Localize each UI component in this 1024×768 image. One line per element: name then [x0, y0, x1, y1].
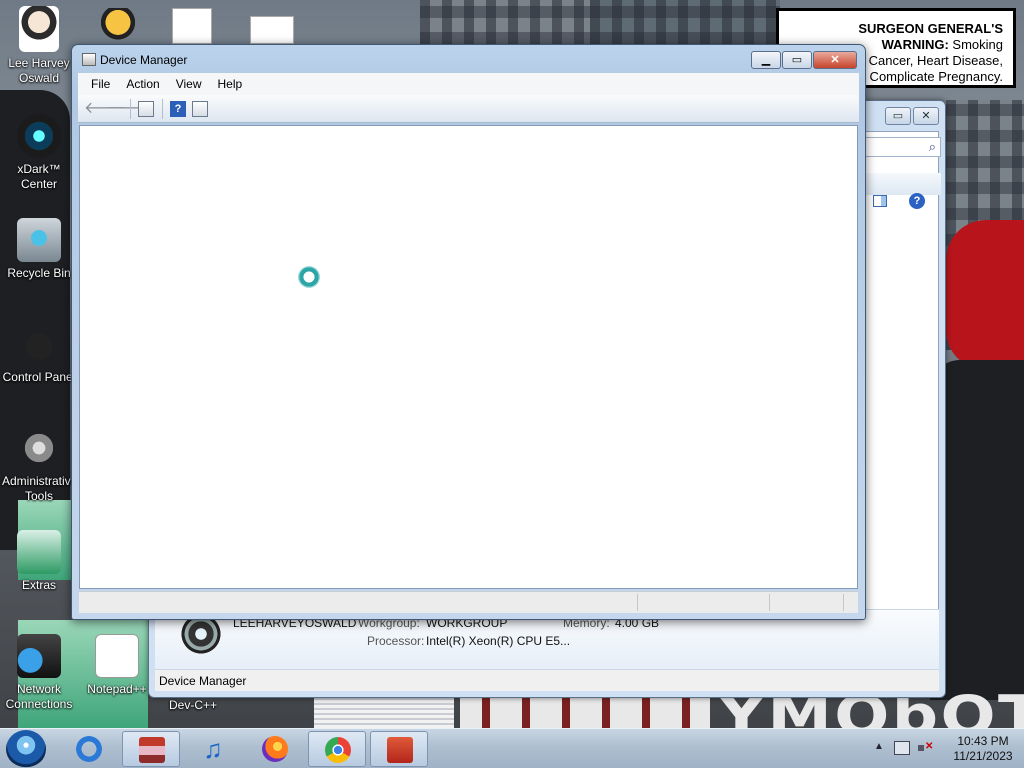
- toolbar-separator: [162, 99, 163, 119]
- menu-bar: File Action View Help: [78, 73, 859, 95]
- start-button[interactable]: [6, 730, 46, 768]
- chrome-icon: [325, 737, 351, 763]
- desktop-icon-label: Extras: [21, 578, 56, 592]
- clock-time: 10:43 PM: [957, 734, 1009, 748]
- busy-cursor-icon: [298, 266, 320, 288]
- menu-help[interactable]: Help: [210, 77, 251, 91]
- taskbar-chrome[interactable]: [308, 731, 366, 767]
- search-input[interactable]: ⌕: [865, 137, 941, 157]
- desktop-icon-label: Control Panel: [2, 370, 76, 384]
- desktop-icon-recycle-bin[interactable]: Recycle Bin: [2, 218, 76, 281]
- show-hide-console-tree-icon[interactable]: [138, 101, 154, 117]
- archive-icon: [139, 737, 165, 763]
- forward-arrow-icon[interactable]: 🡒: [106, 101, 149, 117]
- desktop-icon-xdark[interactable]: xDark™ Center: [2, 114, 76, 192]
- menu-action[interactable]: Action: [118, 77, 167, 91]
- desktop-icon-label: Notepad++: [87, 682, 147, 696]
- desktop-icon-admin-tools[interactable]: Administrative Tools: [2, 426, 78, 504]
- status-bar: [79, 591, 858, 613]
- desktop-settings-file-icon[interactable]: [172, 8, 212, 44]
- clock-date: 11/21/2023: [953, 749, 1013, 763]
- notepad-icon: [95, 634, 139, 678]
- desktop-icon-label: xDark™ Center: [17, 162, 61, 191]
- toolbar-separator: [130, 99, 131, 119]
- maximize-button[interactable]: ▭: [782, 51, 812, 69]
- status-segment: [769, 594, 770, 611]
- desktop-icon-control-panel[interactable]: Control Panel: [2, 322, 76, 385]
- desktop-icon-label: Dev-C++: [168, 698, 218, 712]
- preview-pane-icon[interactable]: [873, 195, 887, 207]
- help-icon[interactable]: ?: [909, 193, 925, 209]
- toolbox-icon: [387, 737, 413, 763]
- admin-tools-icon: [17, 426, 61, 470]
- processor-value: Intel(R) Xeon(R) CPU E5...: [426, 634, 571, 648]
- network-tray-icon[interactable]: [894, 741, 910, 755]
- xdark-icon: [17, 114, 61, 158]
- menu-file[interactable]: File: [83, 77, 118, 91]
- window-controls: ▭ ✕: [885, 107, 939, 125]
- menu-view[interactable]: View: [168, 77, 210, 91]
- device-manager-window[interactable]: Device Manager ▁ ▭ ✕ File Action View He…: [71, 44, 866, 620]
- minimize-button[interactable]: ▁: [751, 51, 781, 69]
- desktop-doc-file-icon[interactable]: [250, 16, 294, 44]
- device-tree[interactable]: [79, 125, 858, 589]
- taskbar-toolbox[interactable]: [370, 731, 428, 767]
- internet-explorer-icon: [76, 736, 102, 762]
- system-tray: ▲ 10:43 PM 11/21/2023: [864, 729, 1024, 768]
- taskbar-itunes[interactable]: ♫: [184, 731, 242, 767]
- taskbar-archive[interactable]: [122, 731, 180, 767]
- volume-muted-icon[interactable]: [918, 741, 934, 755]
- desktop-icon-label: Network Connections: [5, 682, 73, 711]
- firefox-icon: [262, 736, 288, 762]
- taskbar-internet-explorer[interactable]: [60, 731, 118, 767]
- window-controls: ▁ ▭ ✕: [751, 51, 857, 69]
- recycle-bin-icon: [17, 218, 61, 262]
- extras-icon: [17, 530, 61, 574]
- show-hidden-icons-icon[interactable]: ▲: [874, 741, 884, 752]
- user-icon: [19, 6, 59, 52]
- desktop-icon-extras[interactable]: Extras: [2, 530, 76, 593]
- status-segment: [843, 594, 844, 611]
- computer-icon: [177, 614, 225, 654]
- desktop-icon-devcpp[interactable]: Dev-C++: [156, 698, 230, 713]
- search-icon: ⌕: [928, 139, 936, 154]
- desktop-icon-label: Lee Harvey Oswald: [8, 56, 70, 85]
- toolbar: 🡐 🡒 ?: [78, 95, 859, 123]
- control-panel-icon: [17, 322, 61, 366]
- processor-label: Processor:: [367, 634, 425, 648]
- desktop-icon-network[interactable]: Network Connections: [2, 634, 76, 712]
- status-bar: Device Manager: [155, 669, 939, 691]
- show-action-pane-icon[interactable]: [192, 101, 208, 117]
- desktop-file-icon[interactable]: [96, 8, 140, 44]
- status-text: Device Manager: [159, 674, 247, 688]
- music-icon: ♫: [203, 734, 223, 764]
- desktop-icon-label: Recycle Bin: [7, 266, 71, 280]
- status-segment: [637, 594, 638, 611]
- taskbar-firefox[interactable]: [246, 731, 304, 767]
- back-arrow-icon[interactable]: 🡐: [84, 101, 127, 117]
- network-icon: [17, 634, 61, 678]
- window-title: Device Manager: [100, 53, 188, 67]
- close-button[interactable]: ✕: [913, 107, 939, 125]
- desktop-icon-notepad[interactable]: Notepad++: [80, 634, 154, 697]
- warning-line1: Smoking: [952, 37, 1003, 52]
- clock[interactable]: 10:43 PM 11/21/2023: [948, 734, 1018, 764]
- close-button[interactable]: ✕: [813, 51, 857, 69]
- desktop-icon-user[interactable]: Lee Harvey Oswald: [2, 6, 76, 86]
- device-manager-icon: [82, 53, 96, 66]
- help-icon[interactable]: ?: [170, 101, 186, 117]
- desktop-icon-label: Administrative Tools: [2, 474, 78, 503]
- taskbar: ♫ ▲ 10:43 PM 11/21/2023: [0, 728, 1024, 768]
- maximize-button[interactable]: ▭: [885, 107, 911, 125]
- computer-toolbar: [865, 173, 941, 195]
